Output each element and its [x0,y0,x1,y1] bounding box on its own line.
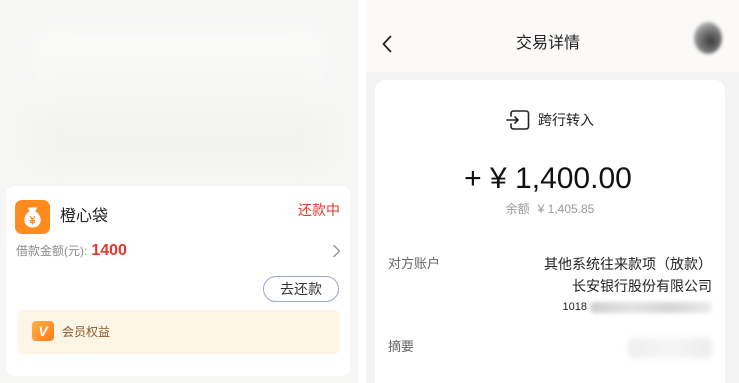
transfer-in-icon [506,110,530,130]
user-avatar[interactable] [694,22,722,54]
counterparty-bank: 长安银行股份有限公司 [572,278,712,294]
loan-card[interactable]: 橙心袋 还款中 借款金额(元): 1400 去还款 V 会员权益 [6,186,350,376]
transaction-amount: + ¥ 1,400.00 [464,162,632,195]
account-number-prefix: 1018 [562,301,587,313]
money-bag-icon [15,200,50,234]
counterparty-account-number: 1018 [563,300,712,314]
top-nav-bar: 交易详情 [366,0,739,72]
balance-label: 余额 [505,202,530,216]
loan-amount-value: 1400 [91,242,127,259]
counterparty-label: 对方账户 [388,256,441,271]
loan-amount-label: 借款金额(元): [16,244,88,258]
balance-value: ¥ 1,405.85 [537,202,595,216]
transaction-detail-panel: 交易详情 跨行转入 + ¥ 1,400.00 余额 ¥ 1,405.85 对方账户… [366,0,739,383]
balance-line: 余额 ¥ 1,405.85 [375,202,725,216]
member-benefits-card[interactable]: V 会员权益 [18,310,340,354]
loan-status-badge: 还款中 [298,202,340,218]
chevron-right-icon[interactable] [332,244,342,258]
transaction-type: 跨行转入 [538,112,594,128]
page-title: 交易详情 [515,35,580,52]
transaction-detail-card: 跨行转入 + ¥ 1,400.00 余额 ¥ 1,405.85 对方账户 其他系统… [375,80,725,383]
chevron-left-icon[interactable] [380,33,394,55]
loan-app-panel: 橙心袋 还款中 借款金额(元): 1400 去还款 V 会员权益 [0,0,358,383]
blurred-region [30,30,330,160]
screenshot-stage: 橙心袋 还款中 借款金额(元): 1400 去还款 V 会员权益 交易详情 跨行… [0,0,739,383]
summary-label: 摘要 [388,339,415,354]
loan-amount-row: 借款金额(元): 1400 [16,242,127,260]
summary-value-redacted [628,338,712,358]
vip-badge-icon: V [32,321,54,341]
loan-product-name: 橙心袋 [60,208,109,225]
counterparty-account-name: 其他系统往来款项（放款） [544,256,712,272]
account-number-redacted [590,301,712,313]
member-benefits-label: 会员权益 [62,325,111,339]
repay-button[interactable]: 去还款 [263,276,339,302]
